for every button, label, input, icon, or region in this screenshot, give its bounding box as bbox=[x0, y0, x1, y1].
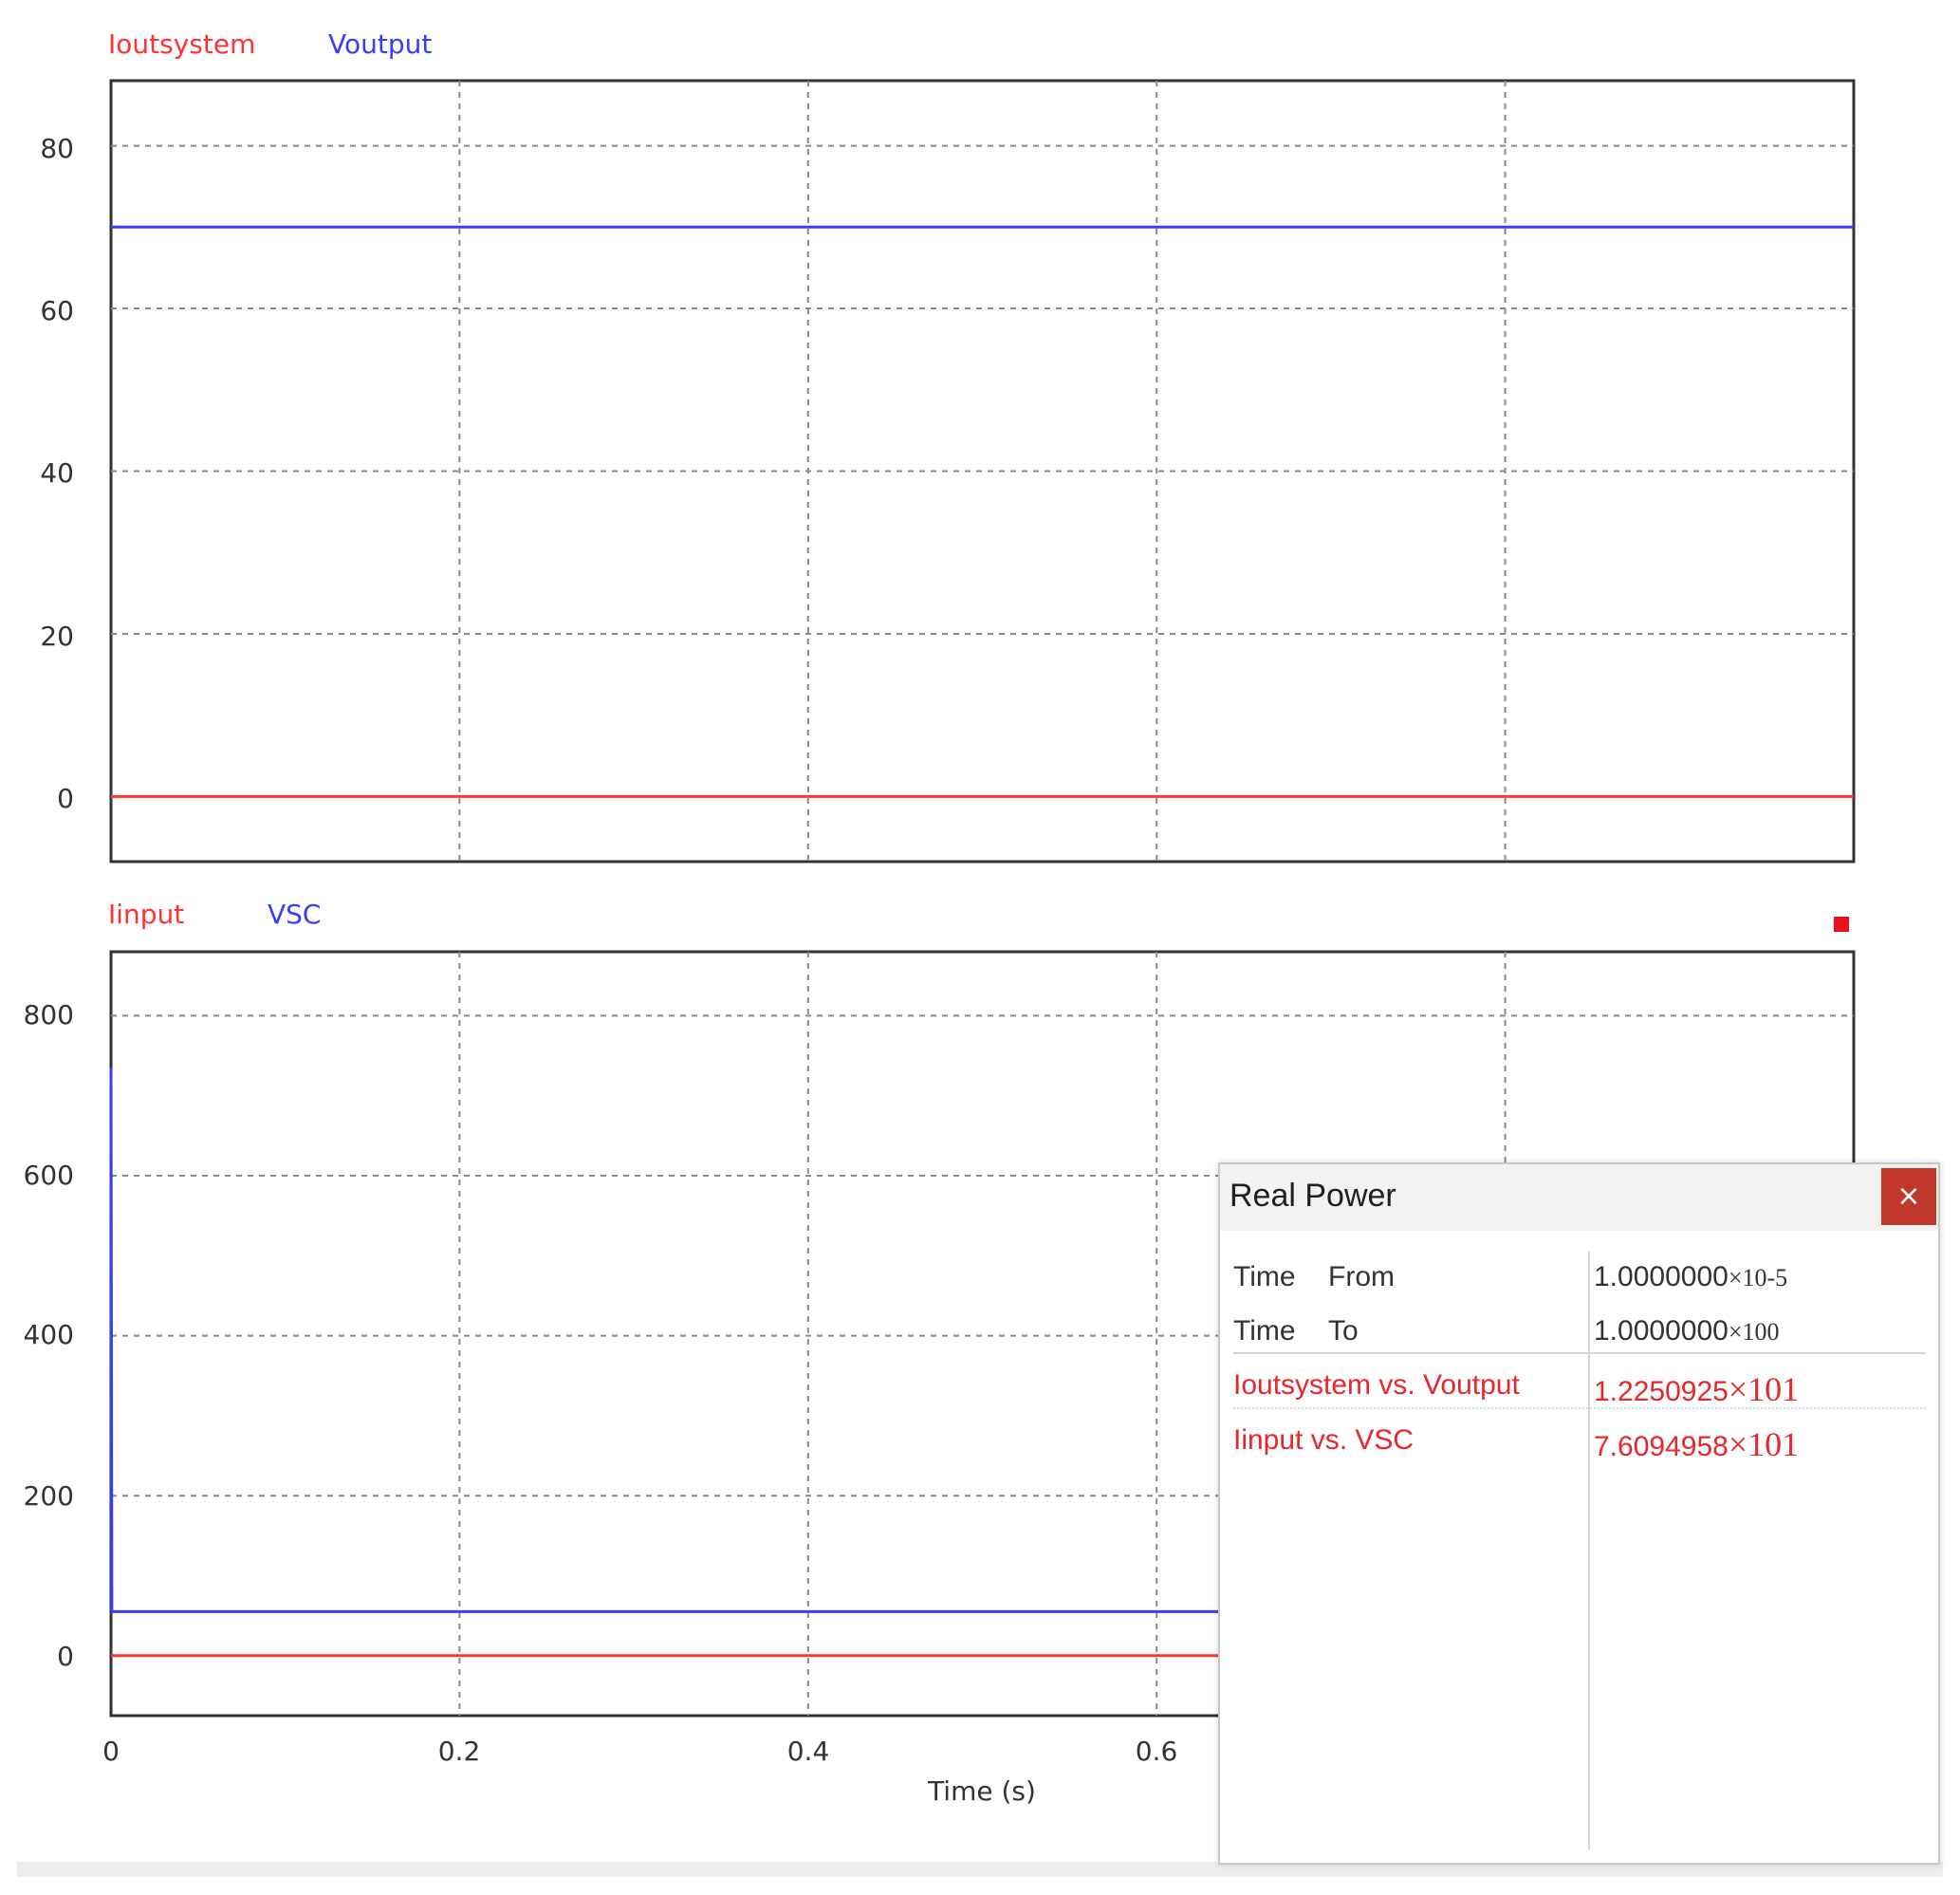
y-tick-label: 600 bbox=[24, 1160, 74, 1191]
plot-2-marker-square[interactable] bbox=[1834, 917, 1849, 932]
value-exponent: ×100 bbox=[1728, 1318, 1780, 1346]
value-exponent: ×10-5 bbox=[1728, 1264, 1788, 1291]
row-iinput-vs-vsc[interactable]: Iinput vs. VSC 7.6094958×101 bbox=[1220, 1415, 1938, 1464]
value-exponent: ×101 bbox=[1728, 1370, 1800, 1408]
value-mantissa: 1.0000000 bbox=[1594, 1261, 1729, 1292]
value-mantissa: 1.0000000 bbox=[1594, 1315, 1729, 1347]
row-time-to[interactable]: Time To 1.0000000×100 bbox=[1220, 1306, 1938, 1355]
y-tick-label: 80 bbox=[40, 133, 74, 164]
real-power-dialog[interactable]: Real Power × Time From 1.0000000×10-5 Tim… bbox=[1218, 1162, 1940, 1865]
y-tick-label: 200 bbox=[24, 1480, 74, 1512]
row-ioutsystem-vs-voutput[interactable]: Ioutsystem vs. Voutput 1.2250925×101 bbox=[1220, 1360, 1938, 1409]
row-label: Ioutsystem vs. Voutput bbox=[1233, 1369, 1520, 1401]
x-axis-label: Time (s) bbox=[927, 1775, 1036, 1807]
legend-ioutsystem[interactable]: Ioutsystem bbox=[108, 28, 255, 60]
plot-2-y-ticks: 800 600 400 200 0 bbox=[24, 999, 74, 1672]
row-label: Time To bbox=[1233, 1315, 1359, 1347]
x-tick-label: 0.6 bbox=[1136, 1736, 1178, 1767]
row-label-from: From bbox=[1328, 1261, 1395, 1292]
row-value: 1.2250925×101 bbox=[1594, 1369, 1799, 1409]
row-label-time: Time bbox=[1233, 1261, 1296, 1292]
row-value: 7.6094958×101 bbox=[1594, 1424, 1799, 1464]
y-tick-label: 40 bbox=[40, 457, 74, 489]
legend-voutput[interactable]: Voutput bbox=[328, 28, 432, 60]
row-time-from[interactable]: Time From 1.0000000×10-5 bbox=[1220, 1252, 1938, 1301]
row-label-time: Time bbox=[1233, 1315, 1296, 1347]
legend-iinput[interactable]: Iinput bbox=[108, 899, 184, 930]
y-tick-label: 60 bbox=[40, 295, 74, 326]
x-tick-label: 0 bbox=[102, 1736, 120, 1767]
row-label: Iinput vs. VSC bbox=[1233, 1424, 1415, 1456]
legend-vsc[interactable]: VSC bbox=[268, 899, 321, 930]
x-tick-label: 0.2 bbox=[438, 1736, 481, 1767]
y-tick-label: 0 bbox=[57, 1641, 74, 1672]
dialog-title-bar[interactable]: Real Power × bbox=[1220, 1164, 1938, 1231]
row-value: 1.0000000×10-5 bbox=[1594, 1261, 1787, 1293]
value-mantissa: 7.6094958 bbox=[1594, 1431, 1729, 1462]
y-tick-label: 400 bbox=[24, 1319, 74, 1350]
close-button[interactable]: × bbox=[1881, 1168, 1936, 1225]
y-tick-label: 800 bbox=[24, 999, 74, 1031]
row-label-to: To bbox=[1328, 1315, 1359, 1347]
x-tick-label: 0.4 bbox=[787, 1736, 830, 1767]
plot-1: Ioutsystem Voutput 80 60 40 20 0 bbox=[40, 28, 1856, 864]
value-exponent: ×101 bbox=[1728, 1425, 1800, 1463]
y-tick-label: 20 bbox=[40, 621, 74, 652]
row-label: Time From bbox=[1233, 1261, 1395, 1293]
y-tick-label: 0 bbox=[57, 783, 74, 814]
value-mantissa: 1.2250925 bbox=[1594, 1376, 1729, 1407]
row-value: 1.0000000×100 bbox=[1594, 1315, 1779, 1347]
x-axis-ticks: 0 0.2 0.4 0.6 bbox=[102, 1736, 1177, 1767]
plot-1-y-ticks: 80 60 40 20 0 bbox=[40, 133, 74, 814]
dialog-title: Real Power bbox=[1230, 1178, 1396, 1214]
